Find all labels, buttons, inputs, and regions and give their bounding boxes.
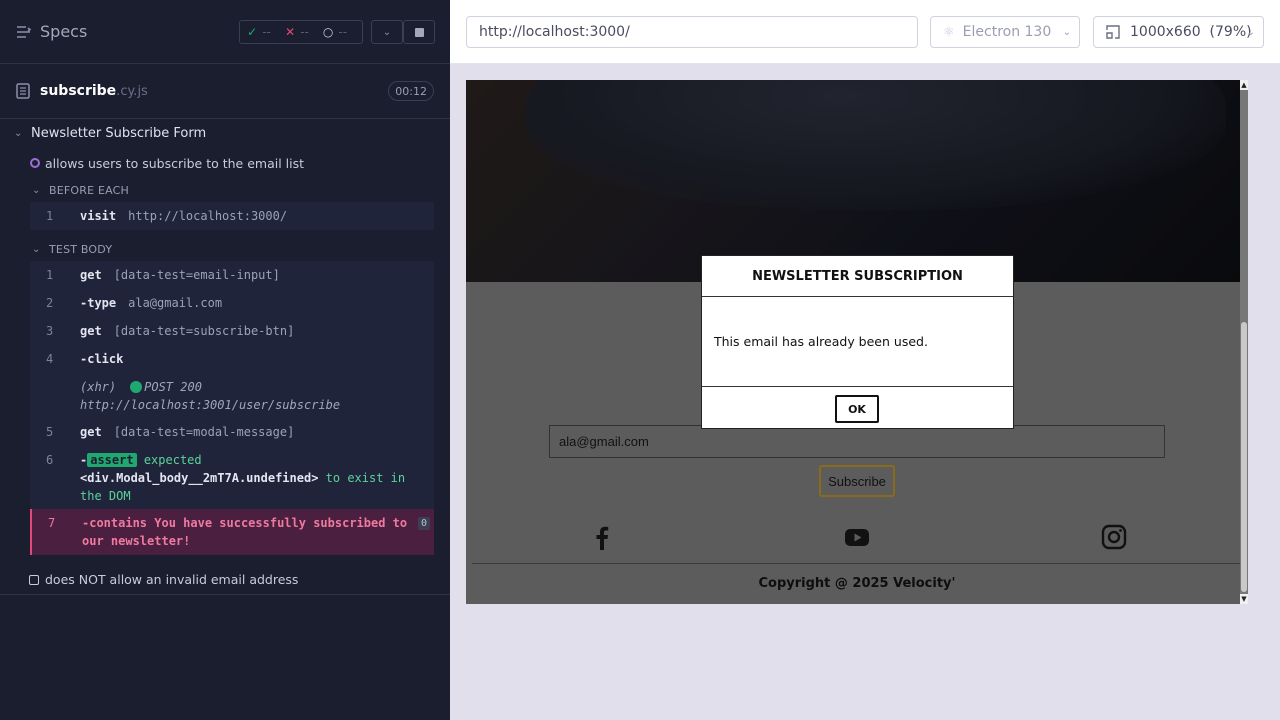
suite-title[interactable]: ⌄ Newsletter Subscribe Form: [0, 119, 450, 148]
status-dot-icon: [130, 381, 143, 393]
x-icon: ✕: [285, 25, 296, 39]
chevron-down-icon: ⌄: [32, 243, 41, 255]
test-title-running[interactable]: allows users to subscribe to the email l…: [0, 148, 450, 178]
assert-message: - assert expected <div.Modal_body__2mT7A.…: [80, 453, 406, 503]
subscription-modal: NEWSLETTER SUBSCRIPTION This email has a…: [701, 255, 1014, 429]
hook-test-body[interactable]: ⌄ TEST BODY: [0, 237, 450, 261]
pending-status-icon: [29, 574, 39, 585]
failed-stat: ✕ --: [285, 25, 309, 39]
element-count-badge: 0: [417, 517, 430, 530]
hook-before-each[interactable]: ⌄ BEFORE EACH: [0, 178, 450, 202]
assert-badge: assert: [87, 453, 137, 467]
command-row[interactable]: 1 get [data-test=email-input]: [30, 261, 434, 289]
facebook-icon[interactable]: [589, 524, 615, 550]
email-input[interactable]: ala@gmail.com: [549, 425, 1165, 458]
stop-button[interactable]: [403, 20, 435, 44]
document-icon: [16, 83, 30, 99]
pending-stat: ○ --: [322, 25, 348, 39]
copyright-text: Copyright @ 2025 Velocity': [758, 576, 956, 591]
chevron-down-icon: ⌄: [1246, 26, 1255, 38]
viewport-icon: [1106, 25, 1120, 39]
passed-stat: ✓ --: [247, 25, 271, 39]
command-list: 1 get [data-test=email-input] 2 -type ala@gm…: [30, 261, 434, 509]
failed-command-message: -contains You have successfully subscrib…: [82, 516, 408, 548]
command-row[interactable]: 3 get [data-test=subscribe-btn]: [30, 317, 434, 345]
spec-extension: .cy.js: [116, 83, 148, 99]
scrollbar-thumb[interactable]: [1241, 322, 1247, 592]
test-title-pending[interactable]: does NOT allow an invalid email address: [0, 565, 450, 595]
command-row[interactable]: 2 -type ala@gmail.com: [30, 289, 434, 317]
app-under-test: ala@gmail.com Subscribe Copyright @ 2025…: [466, 80, 1248, 604]
youtube-icon[interactable]: [844, 524, 870, 550]
stats-bar: ✓ -- ✕ -- ○ --: [239, 20, 363, 44]
xhr-log[interactable]: (xhr) POST 200 http://localhost:3001/user/…: [30, 373, 434, 418]
modal-title: NEWSLETTER SUBSCRIPTION: [702, 256, 1013, 297]
specs-title[interactable]: Specs: [40, 22, 87, 41]
check-icon: ✓: [247, 25, 258, 39]
collapse-button[interactable]: ⌄: [371, 20, 403, 44]
scroll-down-icon[interactable]: ▼: [1240, 594, 1248, 604]
command-row[interactable]: 4 -click: [30, 345, 434, 373]
specs-list-icon[interactable]: [16, 25, 32, 39]
failed-command-row[interactable]: 7 -contains You have successfully subscr…: [30, 509, 434, 555]
chevron-down-icon: ⌄: [382, 26, 392, 38]
duration-badge: 00:12: [388, 81, 434, 101]
spec-file-row: subscribe .cy.js 00:12: [0, 64, 450, 119]
chevron-down-icon: ⌄: [14, 128, 23, 139]
loading-icon: ○: [322, 25, 334, 39]
viewport-selector[interactable]: 1000x660 (79%) ⌄: [1093, 16, 1264, 48]
running-status-icon: [30, 158, 40, 168]
instagram-icon[interactable]: [1101, 524, 1127, 550]
reporter-panel: Specs ✓ -- ✕ -- ○ -- ⌄ subscribe .cy.js 00:1…: [0, 0, 450, 720]
electron-icon: ⚛: [943, 24, 955, 40]
hero-image: [466, 80, 1248, 282]
command-list: 1 visit http://localhost:3000/: [30, 202, 434, 230]
chevron-down-icon: ⌄: [32, 184, 41, 196]
chevron-down-icon: ⌄: [1062, 26, 1071, 38]
command-row[interactable]: 1 visit http://localhost:3000/: [30, 202, 434, 230]
command-row[interactable]: 5 get [data-test=modal-message]: [30, 418, 434, 446]
modal-message: This email has already been used.: [702, 297, 1013, 387]
ok-button[interactable]: OK: [835, 395, 879, 423]
subscribe-button[interactable]: Subscribe: [819, 465, 895, 497]
browser-toolbar: http://localhost:3000/ ⚛ Electron 130 ⌄ 1…: [450, 0, 1280, 64]
scroll-up-icon[interactable]: ▲: [1240, 80, 1248, 90]
browser-selector[interactable]: ⚛ Electron 130 ⌄: [930, 16, 1080, 48]
assert-row[interactable]: 6 - assert expected <div.Modal_body__2mT7…: [30, 446, 434, 509]
url-bar[interactable]: http://localhost:3000/: [466, 16, 918, 48]
stop-icon: [414, 27, 424, 37]
footer-divider: [472, 563, 1242, 564]
spec-name[interactable]: subscribe: [40, 83, 116, 99]
scrollbar[interactable]: ▲ ▼: [1240, 80, 1248, 604]
